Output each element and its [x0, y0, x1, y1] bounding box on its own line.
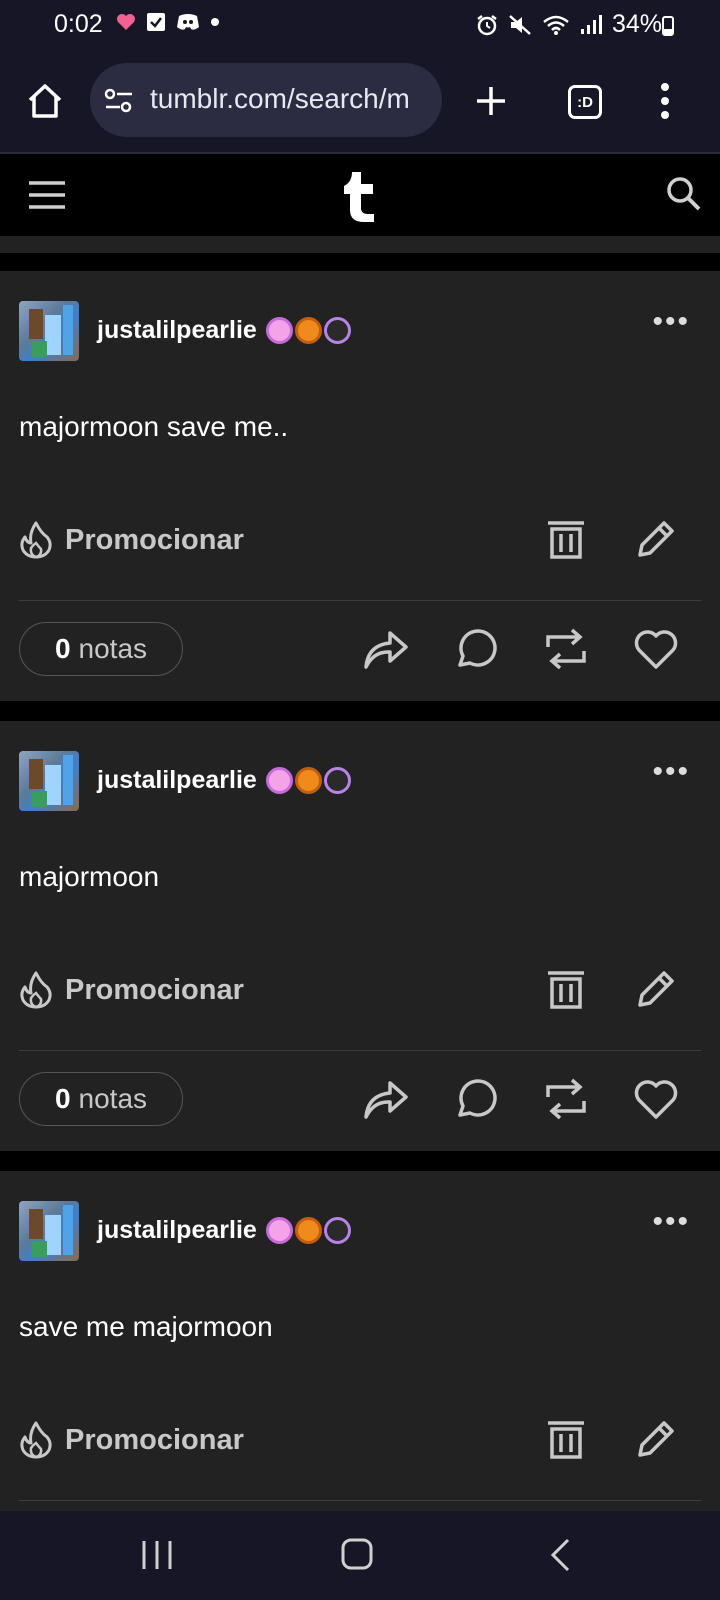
- status-right: 34%: [476, 10, 662, 39]
- site-settings-icon[interactable]: [104, 88, 134, 114]
- post-username[interactable]: justalilpearlie: [97, 1216, 257, 1245]
- more-vert-icon[interactable]: [660, 82, 670, 120]
- checkbox-notification-icon: [147, 13, 165, 31]
- flame-icon: [20, 521, 52, 559]
- paw-badge-icon: [295, 317, 322, 344]
- flame-icon: [20, 971, 52, 1009]
- back-icon[interactable]: [548, 1537, 572, 1573]
- notes-label: notas: [78, 1083, 148, 1114]
- promote-button[interactable]: Promocionar: [19, 1421, 244, 1459]
- like-heart-icon[interactable]: [632, 1075, 680, 1123]
- edit-pencil-icon[interactable]: [632, 965, 680, 1013]
- paw-badge-icon: [266, 767, 293, 794]
- url-text[interactable]: tumblr.com/search/m: [150, 83, 428, 115]
- notes-label: notas: [78, 633, 148, 664]
- address-bar[interactable]: tumblr.com/search/m: [90, 63, 442, 137]
- trash-icon[interactable]: [542, 1415, 590, 1463]
- notes-button[interactable]: 0 notas: [19, 1072, 183, 1126]
- system-nav-bar: [0, 1511, 720, 1600]
- user-badges: [266, 767, 351, 794]
- discord-notification-icon: [177, 14, 199, 30]
- avatar[interactable]: [19, 751, 79, 811]
- paw-badge-icon: [266, 1217, 293, 1244]
- post-card: justalilpearlie ••• save me majormoon Pr…: [0, 1171, 720, 1511]
- comment-icon[interactable]: [452, 1075, 500, 1123]
- notes-button[interactable]: 0 notas: [19, 622, 183, 676]
- post-text: majormoon save me..: [19, 411, 289, 442]
- like-heart-icon[interactable]: [632, 625, 680, 673]
- reblog-icon[interactable]: [542, 1075, 590, 1123]
- battery-icon: [662, 16, 674, 36]
- new-tab-icon[interactable]: [474, 84, 508, 118]
- user-badges: [266, 317, 351, 344]
- paw-badge-icon: [295, 1217, 322, 1244]
- trash-icon[interactable]: [542, 965, 590, 1013]
- trash-icon[interactable]: [542, 515, 590, 563]
- status-bar: 0:02 34%: [0, 0, 720, 52]
- feed-top-strip: [0, 236, 720, 253]
- post-more-icon[interactable]: •••: [652, 1205, 690, 1239]
- status-time: 0:02: [54, 10, 103, 38]
- post-card: justalilpearlie ••• majormoon save me.. …: [0, 271, 720, 701]
- post-more-icon[interactable]: •••: [652, 305, 690, 339]
- paw-badge-icon: [295, 767, 322, 794]
- promote-label: Promocionar: [65, 1423, 244, 1456]
- avatar[interactable]: [19, 301, 79, 361]
- tumblr-header: [0, 154, 720, 236]
- notes-count: 0: [54, 633, 71, 664]
- post-username[interactable]: justalilpearlie: [97, 766, 257, 795]
- post-text: majormoon: [19, 861, 160, 892]
- post-divider: [19, 1050, 701, 1051]
- post-divider: [19, 600, 701, 601]
- mute-icon: [509, 14, 531, 35]
- recent-apps-icon[interactable]: [140, 1539, 174, 1571]
- edit-pencil-icon[interactable]: [632, 1415, 680, 1463]
- reblog-icon[interactable]: [542, 625, 590, 673]
- paw-badge-icon: [324, 767, 351, 794]
- battery-percentage: 34%: [611, 10, 662, 38]
- post-text: save me majormoon: [19, 1311, 273, 1342]
- dot-icon: [211, 18, 219, 26]
- notes-count: 0: [54, 1083, 71, 1114]
- paw-badge-icon: [324, 317, 351, 344]
- avatar[interactable]: [19, 1201, 79, 1261]
- menu-icon[interactable]: [27, 180, 67, 210]
- post-divider: [19, 1500, 701, 1501]
- home-nav-icon[interactable]: [340, 1537, 374, 1571]
- post-more-icon[interactable]: •••: [652, 755, 690, 789]
- search-icon[interactable]: [666, 176, 702, 212]
- promote-button[interactable]: Promocionar: [19, 971, 244, 1009]
- paw-badge-icon: [266, 317, 293, 344]
- edit-pencil-icon[interactable]: [632, 515, 680, 563]
- alarm-icon: [477, 14, 497, 35]
- tab-switcher-button[interactable]: :D: [568, 85, 602, 119]
- share-icon[interactable]: [362, 625, 410, 673]
- promote-label: Promocionar: [65, 523, 244, 556]
- share-icon[interactable]: [362, 1075, 410, 1123]
- wifi-icon: [543, 15, 569, 35]
- user-badges: [266, 1217, 351, 1244]
- post-card: justalilpearlie ••• majormoon Promociona…: [0, 721, 720, 1151]
- heart-notification-icon: [117, 14, 135, 30]
- flame-icon: [20, 1421, 52, 1459]
- paw-badge-icon: [324, 1217, 351, 1244]
- tumblr-logo-icon[interactable]: [340, 170, 380, 224]
- post-username[interactable]: justalilpearlie: [97, 316, 257, 345]
- promote-label: Promocionar: [65, 973, 244, 1006]
- promote-button[interactable]: Promocionar: [19, 521, 244, 559]
- notification-icons: [116, 12, 220, 32]
- home-icon[interactable]: [26, 82, 64, 120]
- signal-icon: [580, 14, 602, 34]
- browser-toolbar: tumblr.com/search/m :D: [0, 52, 720, 154]
- comment-icon[interactable]: [452, 625, 500, 673]
